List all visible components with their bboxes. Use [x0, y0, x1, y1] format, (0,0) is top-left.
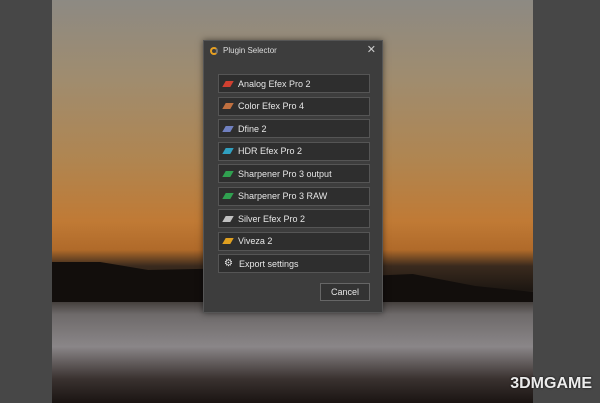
- plugin-button[interactable]: Sharpener Pro 3 output: [218, 164, 370, 183]
- button-label: Export settings: [238, 258, 299, 269]
- cancel-button[interactable]: Cancel: [320, 283, 370, 301]
- button-label: Analog Efex Pro 2: [238, 78, 311, 89]
- plugin-icon: [222, 148, 234, 154]
- button-label: Sharpener Pro 3 output: [238, 168, 332, 179]
- export-settings-button[interactable]: ⚙ Export settings: [218, 254, 370, 273]
- plugin-button[interactable]: Dfine 2: [218, 119, 370, 138]
- dialog-title-bar: Plugin Selector: [210, 46, 277, 55]
- button-label: Sharpener Pro 3 RAW: [238, 191, 328, 201]
- watermark: 3DMGAME: [510, 375, 592, 392]
- plugin-button[interactable]: Analog Efex Pro 2: [218, 74, 370, 93]
- plugin-icon: [222, 80, 234, 87]
- plugin-icon: [222, 170, 234, 177]
- plugin-icon: [222, 103, 234, 109]
- app-logo-icon: [210, 46, 218, 55]
- plugin-button[interactable]: Color Efex Pro 4: [218, 96, 370, 116]
- close-icon[interactable]: ✕: [367, 43, 376, 56]
- plugin-icon: [222, 193, 234, 199]
- button-label: HDR Efex Pro 2: [238, 146, 303, 156]
- plugin-icon: [222, 238, 234, 244]
- plugin-icon: [222, 215, 234, 222]
- plugin-button[interactable]: HDR Efex Pro 2: [218, 141, 370, 161]
- plugin-button[interactable]: Silver Efex Pro 2: [218, 209, 370, 228]
- plugin-icon: [222, 125, 234, 132]
- button-label: Silver Efex Pro 2: [238, 213, 306, 224]
- plugin-selector-dialog: Plugin Selector ✕ Analog Efex Pro 2 Color…: [203, 40, 383, 313]
- dialog-title: Plugin Selector: [223, 46, 277, 55]
- plugin-button[interactable]: Sharpener Pro 3 RAW: [218, 186, 370, 206]
- plugin-button[interactable]: Viveza 2: [218, 231, 370, 251]
- button-label: Dfine 2: [238, 123, 267, 134]
- button-label: Viveza 2: [238, 236, 273, 246]
- gear-icon: ⚙: [224, 258, 233, 269]
- button-label: Color Efex Pro 4: [238, 101, 305, 111]
